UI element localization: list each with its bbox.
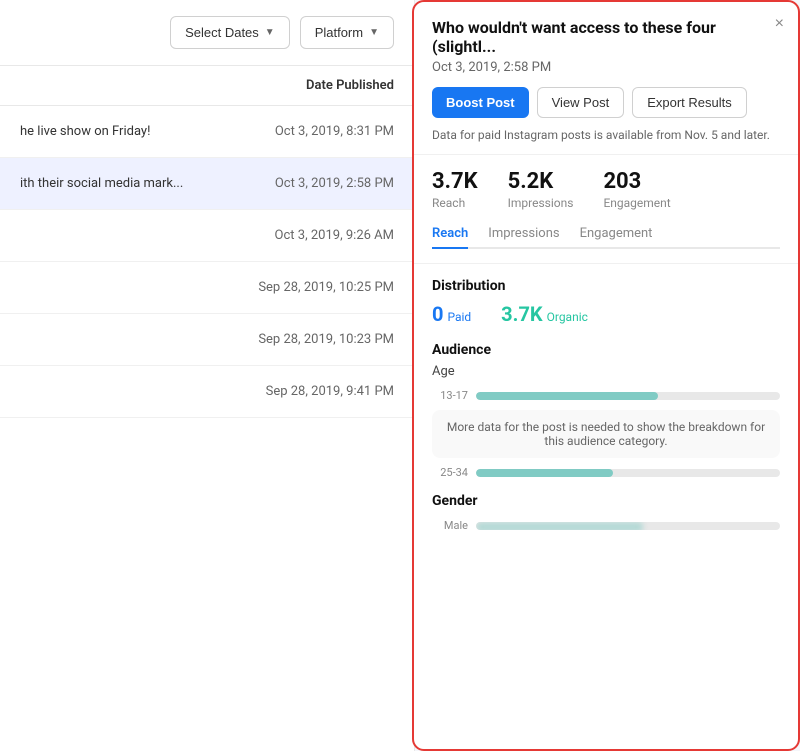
age-bar-fill: [476, 392, 658, 400]
organic-distribution: 3.7K Organic: [501, 302, 588, 326]
row-date: Sep 28, 2019, 10:25 PM: [258, 280, 394, 295]
age-label: Age: [432, 364, 780, 379]
age-bar-fill: [476, 469, 613, 477]
stats-section: 3.7K Reach 5.2K Impressions 203 Engageme…: [414, 155, 798, 264]
row-title: ith their social media mark...: [20, 176, 183, 191]
gender-bar-track: [476, 522, 780, 530]
row-date: Oct 3, 2019, 9:26 AM: [275, 228, 394, 243]
distribution-row: 0 Paid 3.7K Organic: [432, 302, 780, 326]
audience-section: Audience Age 13-17 More data for the pos…: [432, 342, 780, 532]
paid-distribution: 0 Paid: [432, 302, 471, 326]
distribution-label: Distribution: [432, 278, 780, 294]
toolbar: Select Dates ▼ Platform ▼: [0, 0, 414, 66]
table-row[interactable]: Oct 3, 2019, 9:26 AM: [0, 210, 414, 262]
close-button[interactable]: ×: [775, 16, 784, 32]
stats-row: 3.7K Reach 5.2K Impressions 203 Engageme…: [432, 169, 780, 210]
paid-notice: Data for paid Instagram posts is availab…: [432, 128, 780, 142]
row-date: Oct 3, 2019, 2:58 PM: [275, 176, 394, 191]
impressions-value: 5.2K: [508, 169, 574, 194]
gender-label: Gender: [432, 493, 780, 509]
table-row[interactable]: Sep 28, 2019, 10:23 PM: [0, 314, 414, 366]
detail-panel: × Who wouldn't want access to these four…: [412, 0, 800, 751]
panel-title: Who wouldn't want access to these four (…: [432, 18, 780, 56]
organic-value: 3.7K: [501, 302, 542, 326]
boost-post-button[interactable]: Boost Post: [432, 87, 529, 118]
age-range-label: 13-17: [432, 389, 468, 402]
platform-label: Platform: [315, 25, 363, 40]
action-buttons: Boost Post View Post Export Results: [432, 87, 780, 118]
organic-label: Organic: [547, 310, 588, 324]
row-date: Oct 3, 2019, 8:31 PM: [275, 124, 394, 139]
gender-bar-fill: [476, 522, 643, 530]
gender-section: Gender Male: [432, 493, 780, 532]
paid-label: Paid: [447, 310, 471, 324]
impressions-stat: 5.2K Impressions: [508, 169, 574, 210]
row-date: Sep 28, 2019, 9:41 PM: [266, 384, 394, 399]
left-panel: Select Dates ▼ Platform ▼ Date Published…: [0, 0, 415, 751]
table-row[interactable]: he live show on Friday! Oct 3, 2019, 8:3…: [0, 106, 414, 158]
gender-bar-row-male: Male: [432, 519, 780, 532]
paid-value: 0: [432, 302, 443, 326]
engagement-label: Engagement: [603, 196, 670, 210]
more-data-notice: More data for the post is needed to show…: [432, 410, 780, 458]
tab-engagement[interactable]: Engagement: [580, 220, 653, 249]
engagement-value: 203: [603, 169, 670, 194]
select-dates-button[interactable]: Select Dates ▼: [170, 16, 290, 49]
date-published-header: Date Published: [306, 78, 394, 93]
reach-stat: 3.7K Reach: [432, 169, 478, 210]
age-bar-row-25-34: 25-34: [432, 466, 780, 479]
age-range-label: 25-34: [432, 466, 468, 479]
table-row[interactable]: Sep 28, 2019, 10:25 PM: [0, 262, 414, 314]
row-title: he live show on Friday!: [20, 124, 150, 139]
age-bar-track: [476, 392, 780, 400]
view-post-button[interactable]: View Post: [537, 87, 625, 118]
row-date: Sep 28, 2019, 10:23 PM: [258, 332, 394, 347]
detail-section: Distribution 0 Paid 3.7K Organic Audienc…: [414, 264, 798, 749]
reach-value: 3.7K: [432, 169, 478, 194]
table-row[interactable]: ith their social media mark... Oct 3, 20…: [0, 158, 414, 210]
table-body: he live show on Friday! Oct 3, 2019, 8:3…: [0, 106, 414, 418]
select-dates-arrow-icon: ▼: [265, 27, 275, 38]
gender-name-label: Male: [432, 519, 468, 532]
audience-label: Audience: [432, 342, 780, 358]
stat-tabs: Reach Impressions Engagement: [432, 220, 780, 249]
platform-arrow-icon: ▼: [369, 27, 379, 38]
table-header: Date Published: [0, 66, 414, 106]
engagement-stat: 203 Engagement: [603, 169, 670, 210]
table-row[interactable]: Sep 28, 2019, 9:41 PM: [0, 366, 414, 418]
platform-button[interactable]: Platform ▼: [300, 16, 394, 49]
age-bar-row-13-17: 13-17: [432, 389, 780, 402]
tab-impressions[interactable]: Impressions: [488, 220, 559, 249]
panel-date: Oct 3, 2019, 2:58 PM: [432, 60, 780, 75]
select-dates-label: Select Dates: [185, 25, 259, 40]
tab-reach[interactable]: Reach: [432, 220, 468, 249]
panel-header: × Who wouldn't want access to these four…: [414, 2, 798, 155]
age-bar-track: [476, 469, 780, 477]
impressions-label: Impressions: [508, 196, 574, 210]
reach-label: Reach: [432, 196, 478, 210]
export-results-button[interactable]: Export Results: [632, 87, 747, 118]
